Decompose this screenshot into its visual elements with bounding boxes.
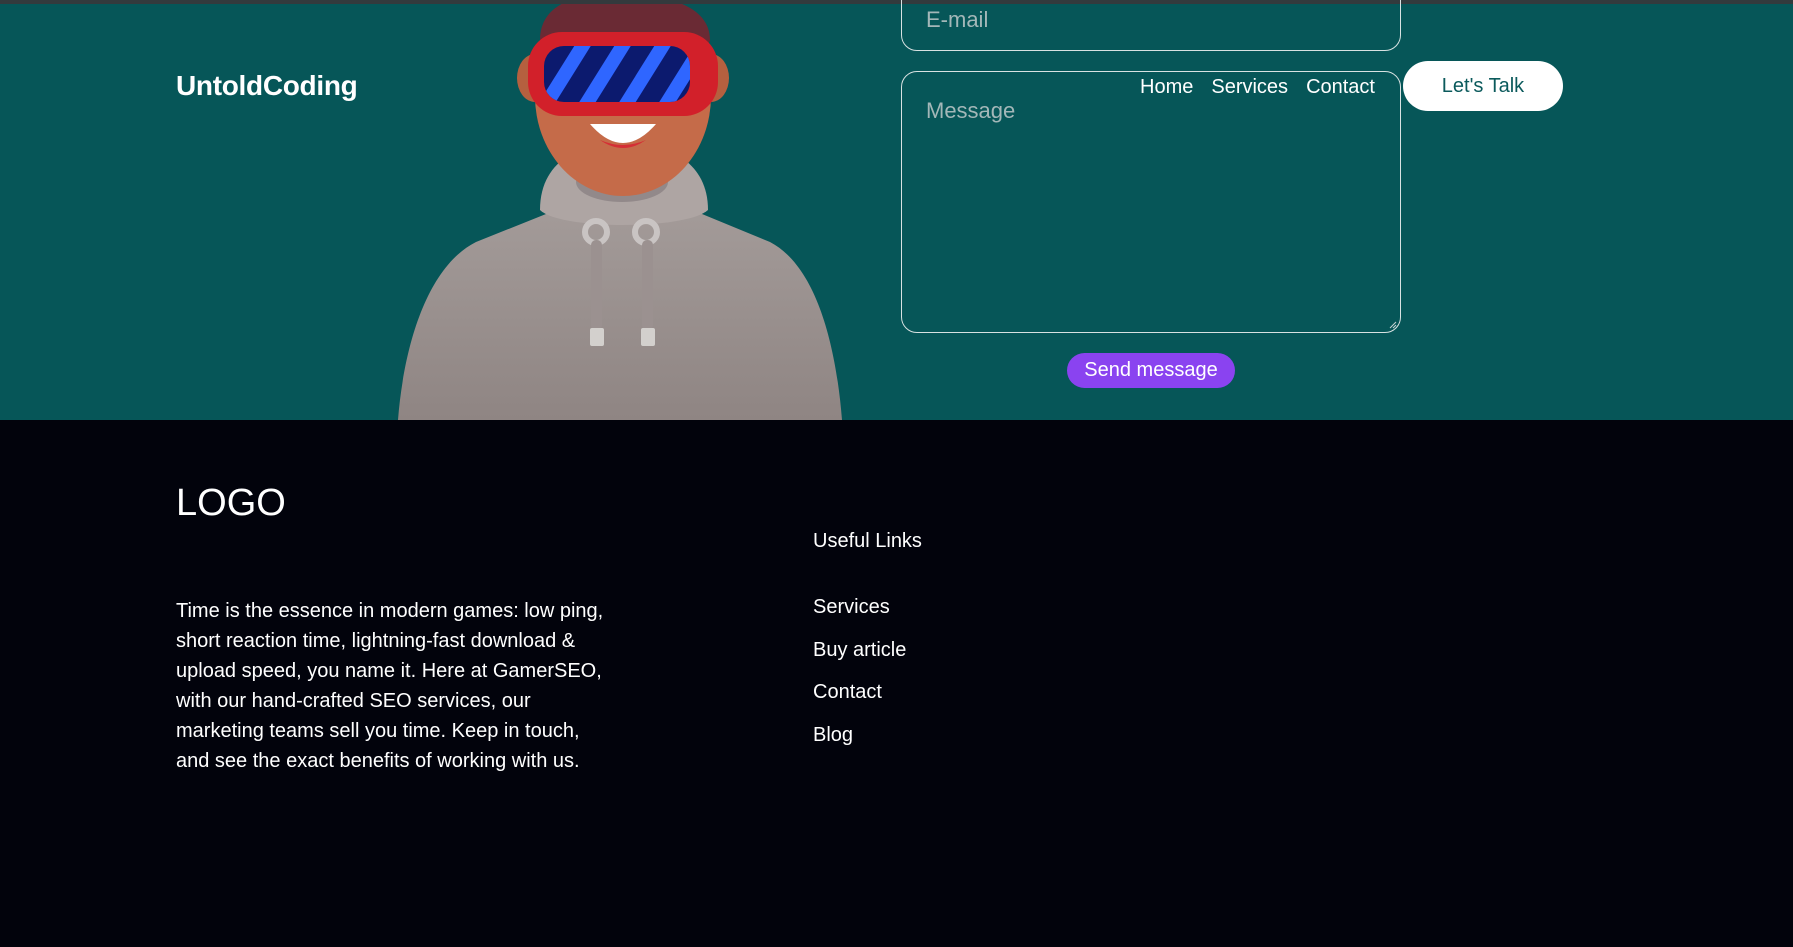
- footer-link-contact[interactable]: Contact: [813, 681, 882, 703]
- footer-logo: LOGO: [176, 482, 286, 524]
- footer: LOGO Time is the essence in modern games…: [0, 420, 1793, 947]
- vr-avatar-illustration: [398, 4, 842, 420]
- brand-name[interactable]: UntoldCoding: [176, 70, 358, 102]
- send-message-button[interactable]: Send message: [1067, 353, 1235, 388]
- footer-link-blog[interactable]: Blog: [813, 724, 853, 746]
- footer-link-item: Blog: [813, 724, 906, 767]
- nav-services[interactable]: Services: [1211, 76, 1288, 99]
- footer-link-services[interactable]: Services: [813, 596, 890, 618]
- email-placeholder: E-mail: [926, 7, 989, 32]
- footer-link-buy-article[interactable]: Buy article: [813, 639, 906, 661]
- footer-link-item: Buy article: [813, 639, 906, 682]
- email-field[interactable]: E-mail: [901, 0, 1401, 51]
- hero-contact-section: UntoldCoding E-mail Message Home Service…: [0, 0, 1793, 420]
- useful-links-heading: Useful Links: [813, 530, 922, 552]
- main-nav: Home Services Contact: [1140, 76, 1375, 99]
- message-placeholder: Message: [926, 98, 1016, 123]
- nav-contact[interactable]: Contact: [1306, 76, 1375, 99]
- message-field[interactable]: Message: [901, 71, 1401, 333]
- nav-home[interactable]: Home: [1140, 76, 1193, 99]
- lets-talk-button[interactable]: Let's Talk: [1403, 61, 1563, 111]
- footer-description: Time is the essence in modern games: low…: [176, 600, 604, 772]
- footer-link-item: Services: [813, 596, 906, 639]
- useful-links-list: Services Buy article Contact Blog: [813, 596, 906, 766]
- footer-link-item: Contact: [813, 681, 906, 724]
- resize-grip-icon[interactable]: [1389, 321, 1397, 329]
